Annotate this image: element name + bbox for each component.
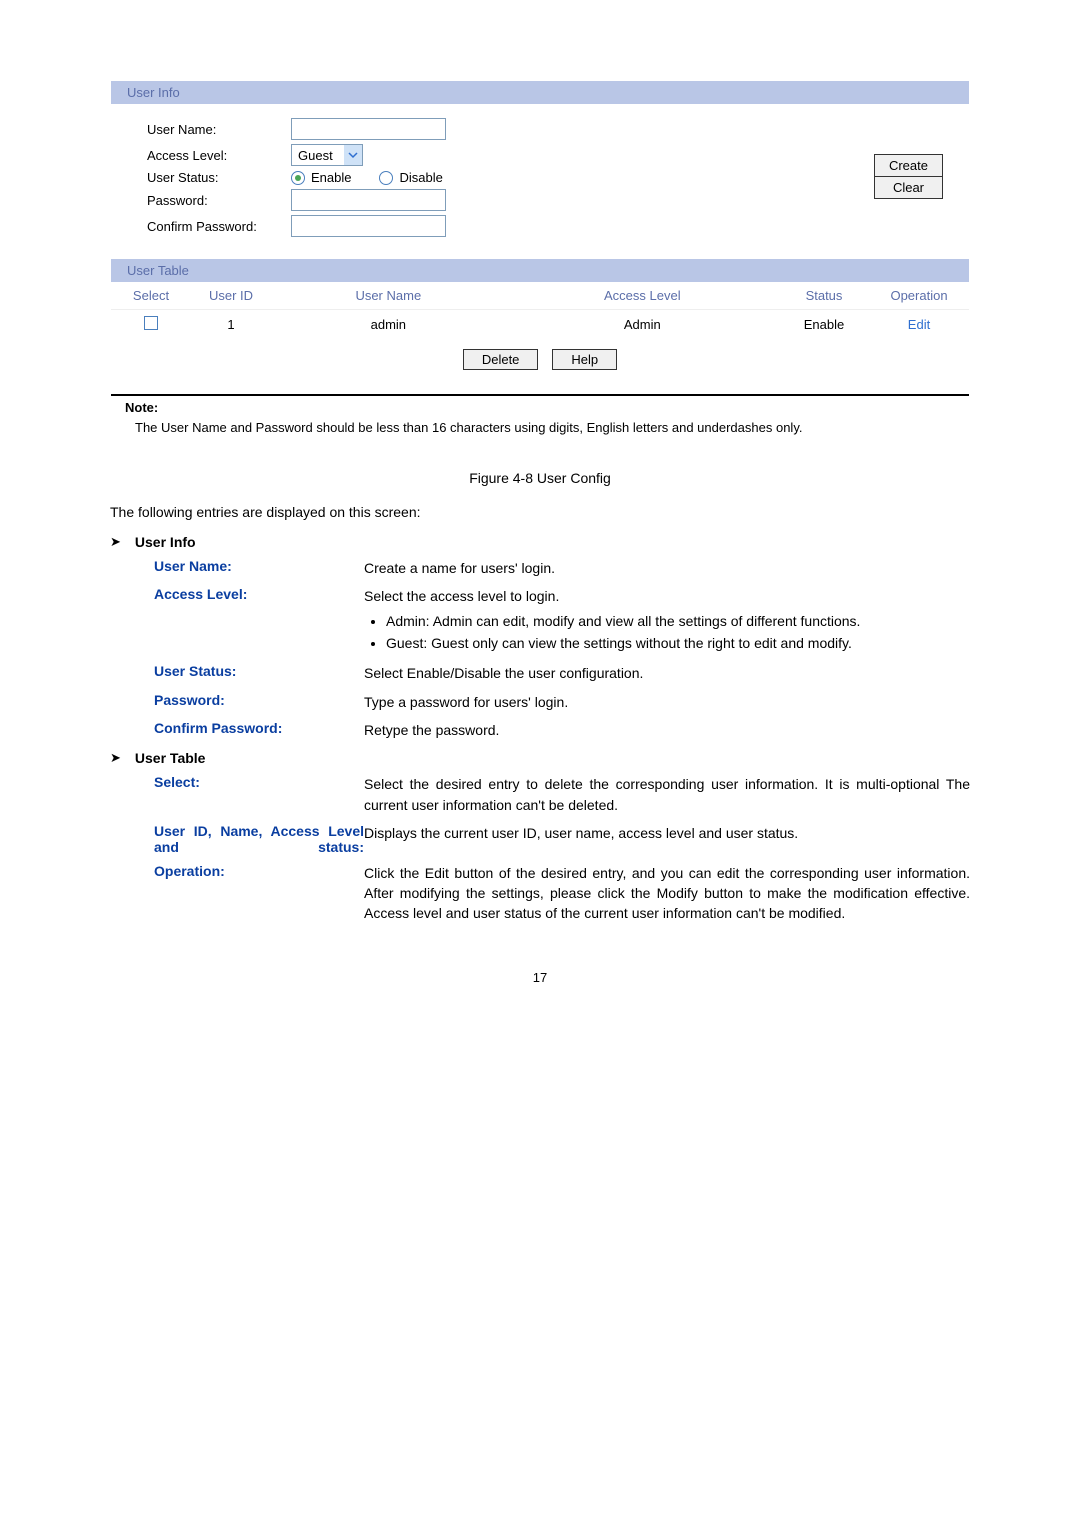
- user-status-label: User Status:: [147, 170, 277, 185]
- col-operation: Operation: [869, 282, 969, 310]
- radio-unchecked-icon: [379, 171, 393, 185]
- def-username: User Name: Create a name for users' logi…: [110, 558, 970, 578]
- desc-combined: Displays the current user ID, user name,…: [364, 823, 970, 843]
- user-config-figure: User Info User Name: Access Level: Guest…: [110, 80, 970, 438]
- section-title-usertable: User Table: [135, 750, 206, 766]
- note-text: The User Name and Password should be les…: [135, 419, 945, 437]
- col-userid: User ID: [191, 282, 271, 310]
- status-disable-text: Disable: [399, 170, 442, 185]
- confirm-password-label: Confirm Password:: [147, 219, 277, 234]
- intro-line: The following entries are displayed on t…: [110, 504, 970, 520]
- term-accesslevel: Access Level:: [154, 586, 364, 602]
- term-password: Password:: [154, 692, 364, 708]
- row-select-checkbox[interactable]: [144, 316, 158, 330]
- radio-checked-icon: [291, 171, 305, 185]
- note-label: Note:: [125, 400, 969, 415]
- right-button-group: Create Clear: [874, 154, 943, 199]
- arrow-bullet-icon: ➤: [110, 534, 121, 550]
- user-table: Select User ID User Name Access Level St…: [111, 282, 969, 339]
- table-button-row: Delete Help: [111, 339, 969, 388]
- desc-userstatus: Select Enable/Disable the user configura…: [364, 663, 970, 683]
- section-user-table: ➤ User Table: [110, 750, 970, 766]
- term-username: User Name:: [154, 558, 364, 574]
- def-accesslevel: Access Level: Select the access level to…: [110, 586, 970, 655]
- clear-button[interactable]: Clear: [875, 177, 942, 198]
- desc-password: Type a password for users' login.: [364, 692, 970, 712]
- desc-operation: Click the Edit button of the desired ent…: [364, 863, 970, 924]
- col-username: User Name: [271, 282, 506, 310]
- col-select: Select: [111, 282, 191, 310]
- def-confirmpassword: Confirm Password: Retype the password.: [110, 720, 970, 740]
- accesslevel-intro: Select the access level to login.: [364, 588, 559, 604]
- delete-button[interactable]: Delete: [463, 349, 539, 370]
- section-user-info: ➤ User Info: [110, 534, 970, 550]
- def-select: Select: Select the desired entry to dele…: [110, 774, 970, 815]
- desc-username: Create a name for users' login.: [364, 558, 970, 578]
- note-separator: Note: The User Name and Password should …: [111, 394, 969, 437]
- desc-confirmpassword: Retype the password.: [364, 720, 970, 740]
- def-password: Password: Type a password for users' log…: [110, 692, 970, 712]
- term-confirmpassword: Confirm Password:: [154, 720, 364, 736]
- access-level-value: Guest: [292, 145, 344, 165]
- access-level-select[interactable]: Guest: [291, 144, 363, 166]
- accesslevel-bullet-admin: Admin: Admin can edit, modify and view a…: [386, 611, 970, 631]
- arrow-bullet-icon: ➤: [110, 750, 121, 766]
- confirm-password-input[interactable]: [291, 215, 446, 237]
- col-status: Status: [779, 282, 869, 310]
- user-name-label: User Name:: [147, 122, 277, 137]
- chevron-down-icon: [344, 145, 362, 165]
- user-name-input[interactable]: [291, 118, 446, 140]
- row-username: admin: [271, 310, 506, 340]
- status-enable-radio[interactable]: Enable: [291, 170, 351, 185]
- col-accesslevel: Access Level: [506, 282, 779, 310]
- create-button[interactable]: Create: [875, 155, 942, 177]
- def-operation: Operation: Click the Edit button of the …: [110, 863, 970, 924]
- page-number: 17: [110, 970, 970, 985]
- term-select: Select:: [154, 774, 364, 790]
- term-userstatus: User Status:: [154, 663, 364, 679]
- row-status: Enable: [779, 310, 869, 340]
- row-userid: 1: [191, 310, 271, 340]
- row-accesslevel: Admin: [506, 310, 779, 340]
- term-combined: User ID, Name, Access Level and status:: [154, 823, 364, 855]
- status-disable-radio[interactable]: Disable: [379, 170, 442, 185]
- figure-caption: Figure 4-8 User Config: [110, 470, 970, 486]
- user-info-form: User Name: Access Level: Guest User Stat…: [111, 104, 969, 259]
- accesslevel-bullet-guest: Guest: Guest only can view the settings …: [386, 633, 970, 653]
- user-info-panel-header: User Info: [111, 81, 969, 104]
- password-label: Password:: [147, 193, 277, 208]
- status-enable-text: Enable: [311, 170, 351, 185]
- user-table-panel-header: User Table: [111, 259, 969, 282]
- password-input[interactable]: [291, 189, 446, 211]
- def-combined: User ID, Name, Access Level and status: …: [110, 823, 970, 855]
- help-button[interactable]: Help: [552, 349, 617, 370]
- def-userstatus: User Status: Select Enable/Disable the u…: [110, 663, 970, 683]
- section-title-userinfo: User Info: [135, 534, 196, 550]
- desc-accesslevel: Select the access level to login. Admin:…: [364, 586, 970, 655]
- table-row: 1 admin Admin Enable Edit: [111, 310, 969, 340]
- desc-select: Select the desired entry to delete the c…: [364, 774, 970, 815]
- row-edit-link[interactable]: Edit: [908, 317, 930, 332]
- term-operation: Operation:: [154, 863, 364, 879]
- access-level-label: Access Level:: [147, 148, 277, 163]
